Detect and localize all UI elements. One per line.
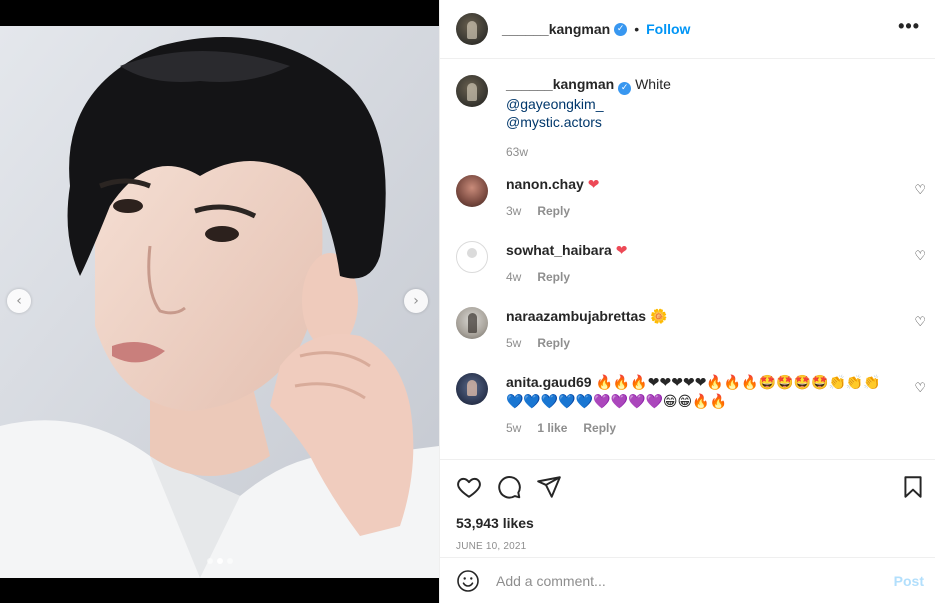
post-comment-button[interactable]: Post	[894, 573, 924, 589]
caption-time[interactable]: 63w	[506, 145, 528, 159]
like-comment-heart-icon[interactable]: ♡	[914, 315, 926, 330]
caption-line: ______kangman ✓ White	[506, 75, 906, 95]
author-avatar[interactable]	[456, 75, 488, 107]
reply-button[interactable]: Reply	[537, 336, 570, 350]
post-media: ‹ ›	[0, 0, 439, 603]
comment-like-count[interactable]: 1 like	[537, 421, 567, 435]
comment-input[interactable]	[496, 572, 894, 589]
post-actions	[440, 459, 935, 509]
caption-mention[interactable]: @mystic.actors	[506, 113, 906, 131]
carousel-prev-button[interactable]: ‹	[7, 289, 31, 313]
smiley-icon[interactable]	[456, 569, 480, 593]
heart-icon[interactable]	[456, 474, 482, 500]
instagram-post-modal: ‹ › ______kangman ✓ • Follow ••• ______k…	[0, 0, 935, 603]
reply-button[interactable]: Reply	[537, 270, 570, 284]
reply-button[interactable]: Reply	[583, 421, 616, 435]
comment-meta: 4w Reply	[506, 270, 906, 284]
comment-time[interactable]: 5w	[506, 336, 521, 350]
comment-body: naraazambujabrettas 🌼 5w Reply	[506, 307, 906, 350]
paper-plane-icon[interactable]	[536, 474, 562, 500]
post-details-panel: ______kangman ✓ • Follow ••• ______kangm…	[439, 0, 935, 603]
comment-username[interactable]: nanon.chay	[506, 176, 584, 192]
carousel-dot-active	[216, 558, 223, 564]
likes-count[interactable]: 53,943 likes	[456, 515, 534, 531]
comment-time[interactable]: 4w	[506, 270, 521, 284]
carousel-dot	[206, 558, 213, 564]
portrait-illustration	[0, 26, 439, 578]
post-date[interactable]: JUNE 10, 2021	[456, 541, 526, 552]
chevron-right-icon: ›	[413, 293, 419, 309]
comments-list[interactable]: ______kangman ✓ White @gayeongkim_ @mysti…	[440, 59, 935, 459]
post-header: ______kangman ✓ • Follow •••	[440, 0, 935, 59]
reply-button[interactable]: Reply	[537, 204, 570, 218]
comment-line: nanon.chay ❤	[506, 175, 906, 194]
carousel-next-button[interactable]: ›	[404, 289, 428, 313]
post-photo[interactable]	[0, 26, 439, 578]
comment-meta: 5w 1 like Reply	[506, 421, 886, 435]
comment-composer: Post	[440, 557, 935, 603]
like-comment-heart-icon[interactable]: ♡	[914, 183, 926, 198]
follow-button[interactable]: Follow	[646, 21, 690, 37]
comment-body: nanon.chay ❤ 3w Reply	[506, 175, 906, 218]
comment-username[interactable]: sowhat_haibara	[506, 242, 612, 258]
comment-time[interactable]: 5w	[506, 421, 521, 435]
commenter-avatar[interactable]	[456, 175, 488, 207]
more-options-icon[interactable]: •••	[898, 16, 920, 37]
author-avatar[interactable]	[456, 13, 488, 45]
commenter-avatar[interactable]	[456, 373, 488, 405]
caption-username[interactable]: ______kangman	[506, 76, 614, 92]
author-username[interactable]: ______kangman	[502, 21, 610, 37]
comment-text: ❤	[615, 243, 628, 259]
comment-line: naraazambujabrettas 🌼	[506, 307, 906, 326]
caption-body: ______kangman ✓ White @gayeongkim_ @mysti…	[506, 75, 906, 159]
comment-text: ❤	[587, 177, 600, 193]
comment-time[interactable]: 3w	[506, 204, 521, 218]
caption-meta: 63w	[506, 145, 906, 159]
comment-username[interactable]: anita.gaud69	[506, 374, 592, 390]
verified-badge-icon: ✓	[614, 22, 628, 36]
bookmark-icon[interactable]	[900, 474, 926, 500]
comment-body: anita.gaud69 🔥🔥🔥❤❤❤❤❤🔥🔥🔥🤩🤩🤩🤩👏👏👏💙💙💙💙💙💜💜💜💜…	[506, 373, 886, 435]
comment-meta: 5w Reply	[506, 336, 906, 350]
comment-line: sowhat_haibara ❤	[506, 241, 906, 260]
comment-icon[interactable]	[496, 474, 522, 500]
comment-line: anita.gaud69 🔥🔥🔥❤❤❤❤❤🔥🔥🔥🤩🤩🤩🤩👏👏👏💙💙💙💙💙💜💜💜💜…	[506, 373, 886, 411]
comment-meta: 3w Reply	[506, 204, 906, 218]
carousel-indicator	[0, 558, 439, 564]
comment-text: 🌼	[649, 309, 668, 325]
verified-badge-icon: ✓	[618, 81, 632, 95]
caption-mention[interactable]: @gayeongkim_	[506, 95, 906, 113]
like-comment-heart-icon[interactable]: ♡	[914, 249, 926, 264]
caption-text: White	[635, 76, 671, 92]
comment-body: sowhat_haibara ❤ 4w Reply	[506, 241, 906, 284]
header-separator: •	[634, 21, 640, 37]
comment-username[interactable]: naraazambujabrettas	[506, 308, 646, 324]
carousel-dot	[226, 558, 233, 564]
like-comment-heart-icon[interactable]: ♡	[914, 381, 926, 396]
chevron-left-icon: ‹	[16, 293, 22, 309]
commenter-avatar[interactable]	[456, 307, 488, 339]
commenter-avatar[interactable]	[456, 241, 488, 273]
